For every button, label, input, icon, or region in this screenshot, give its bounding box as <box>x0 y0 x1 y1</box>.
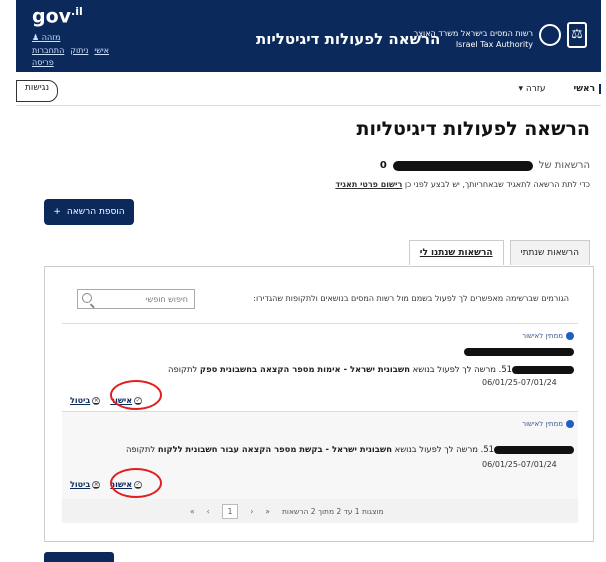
tab-received[interactable]: הרשאות שנתנו לי <box>408 240 504 265</box>
prev-page-icon[interactable]: ‹ <box>207 507 210 516</box>
page-title: הרשאה לפעולות דיגיטליות <box>356 118 590 140</box>
item-description: 51. מרשה לך לפעול בנושא חשבונית ישראל - … <box>126 444 574 454</box>
cancel-label: ביטול <box>70 480 91 489</box>
gov-logo[interactable]: gov.il <box>32 5 83 27</box>
add-permission-button[interactable]: הוספת הרשאה + <box>44 199 134 225</box>
pager-summary: מוצגות 1 עד 2 מתוך 2 הרשאות <box>281 506 384 516</box>
redacted-name <box>464 348 574 356</box>
tax-authority-logo-icon <box>539 24 561 46</box>
authority-name: רשות המסים בישראל משרד האוצר Israel Tax … <box>414 28 533 50</box>
permissions-label: הרשאות של <box>538 160 590 171</box>
item-suffix: לתקופה <box>125 444 156 454</box>
item-dates: 06/01/25-07/01/24 <box>482 460 557 469</box>
item-dates: 06/01/25-07/01/24 <box>482 378 557 387</box>
logout-link[interactable]: פריסה <box>32 58 54 67</box>
next-page-icon[interactable]: › <box>250 507 253 516</box>
authority-he: רשות המסים בישראל משרד האוצר <box>413 29 533 38</box>
current-page[interactable]: 1 <box>221 503 239 519</box>
close-icon: × <box>92 396 101 405</box>
item-number: 51 <box>501 364 512 374</box>
plus-icon: + <box>53 207 61 217</box>
last-page-icon[interactable]: » <box>265 507 270 516</box>
permission-tabs: הרשאות שנתתי הרשאות שנתנו לי <box>408 240 590 265</box>
redacted-text <box>512 365 574 374</box>
item-subject: חשבונית ישראל - אימות מספר הקצאה בחשבוני… <box>219 364 410 374</box>
permissions-of: הרשאות של 0 <box>380 160 590 171</box>
redacted-text <box>494 445 574 454</box>
highlight-circle <box>110 380 162 410</box>
item-description: 51. מרשה לך לפעול בנושא חשבונית ישראל - … <box>168 364 574 374</box>
state-emblem-icon: ⚖ <box>567 22 587 48</box>
search-icon <box>82 293 92 303</box>
notice-prefix: כדי לתת הרשאה לתאגיד שבאחריותך, יש לבצע … <box>404 180 590 189</box>
redacted-name <box>392 160 533 171</box>
register-corporation-link[interactable]: רישום פרטי תאגיד <box>335 180 402 189</box>
top-header: gov.il ♟ מזהה אישי ניתוק התחברות פריסה ה… <box>16 0 601 72</box>
tab-given[interactable]: הרשאות שנתתי <box>509 240 590 265</box>
permissions-panel: הגורמים שברשימה מאפשרים לך לפעול בשמם מו… <box>44 266 594 542</box>
nav-strip: נגישות ראשי עזרה ▾ <box>16 80 601 106</box>
nav-home[interactable]: ראשי <box>574 84 601 94</box>
add-permission-label: הוספת הרשאה <box>66 207 125 217</box>
permissions-id: 0 <box>379 160 387 171</box>
list-item: ממתין לאישור 51. מרשה לך לפעול בנושא חשב… <box>62 411 578 507</box>
cancel-label: ביטול <box>70 396 91 405</box>
notice-text: כדי לתת הרשאה לתאגיד שבאחריותך, יש לבצע … <box>335 180 590 189</box>
header-link-personal[interactable]: אישי <box>94 46 109 55</box>
filter-row: הגורמים שברשימה מאפשרים לך לפעול בשמם מו… <box>69 289 569 311</box>
user-link[interactable]: ♟ מזהה <box>32 33 60 42</box>
header-link-disconnect[interactable]: ניתוק <box>70 46 88 55</box>
filter-description: הגורמים שברשימה מאפשרים לך לפעול בשמם מו… <box>253 294 569 303</box>
header-title: הרשאה לפעולות דיגיטליות <box>256 30 441 48</box>
info-icon <box>566 420 574 428</box>
item-number: 51 <box>483 444 494 454</box>
first-page-icon[interactable]: « <box>190 507 195 516</box>
item-role: ספק <box>199 364 218 374</box>
bottom-button[interactable] <box>44 552 114 562</box>
highlight-circle <box>110 468 162 498</box>
header-links: אישי ניתוק התחברות <box>32 46 109 55</box>
nav-help[interactable]: עזרה ▾ <box>518 84 545 94</box>
info-icon <box>566 332 574 340</box>
search-input[interactable]: חיפוש חופשי <box>77 289 195 309</box>
status-label: ממתין לאישור <box>522 332 563 340</box>
item-subject: חשבונית ישראל - בקשת מספר הקצאה עבור חשב… <box>185 444 392 454</box>
status-badge: ממתין לאישור <box>522 420 574 428</box>
nav-menu: ראשי עזרה ▾ <box>518 84 601 94</box>
status-badge: ממתין לאישור <box>522 332 574 340</box>
pagination: « ‹ 1 › » מוצגות 1 עד 2 מתוך 2 הרשאות <box>62 499 578 523</box>
cancel-button[interactable]: ביטול × <box>70 480 101 489</box>
header-link-login[interactable]: התחברות <box>32 46 64 55</box>
authority-en: Israel Tax Authority <box>455 40 533 49</box>
item-suffix: לתקופה <box>168 364 198 374</box>
search-placeholder: חיפוש חופשי <box>145 295 188 304</box>
cancel-button[interactable]: ביטול × <box>70 396 101 405</box>
item-prefix: . מרשה לך לפעול בנושא <box>412 364 502 374</box>
item-role: ללקוח <box>157 444 183 454</box>
accessibility-button[interactable]: נגישות <box>16 80 59 102</box>
list-item: ממתין לאישור 51. מרשה לך לפעול בנושא חשב… <box>62 323 578 419</box>
item-prefix: . מרשה לך לפעול בנושא <box>394 444 484 454</box>
status-label: ממתין לאישור <box>522 420 563 428</box>
close-icon: × <box>92 480 101 489</box>
